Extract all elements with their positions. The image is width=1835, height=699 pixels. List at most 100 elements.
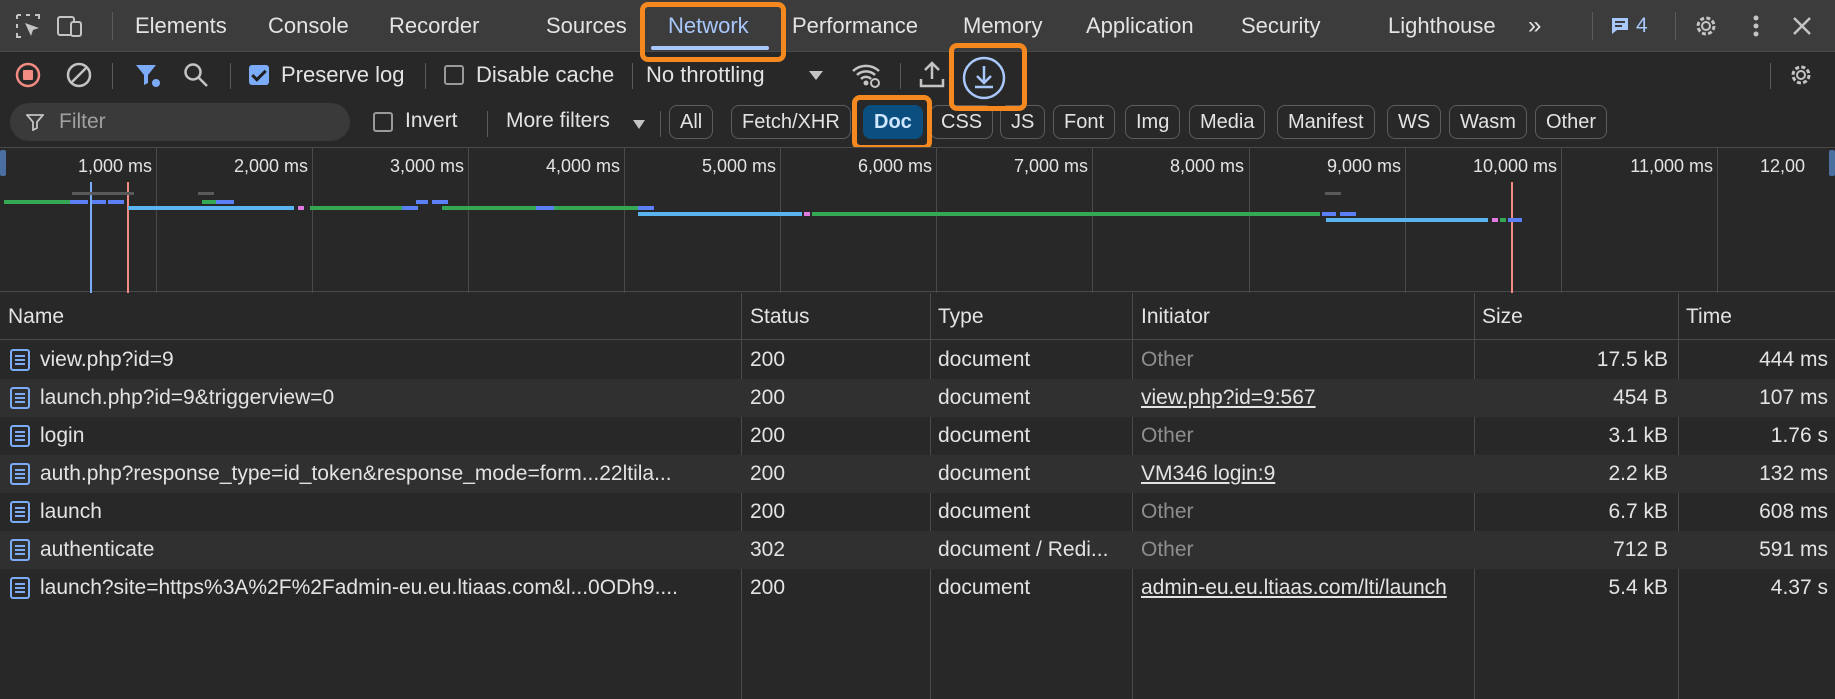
column-header-type[interactable]: Type xyxy=(938,293,984,340)
cell-name[interactable]: launch?site=https%3A%2F%2Fadmin-eu.eu.lt… xyxy=(40,569,732,607)
tick-label: 2,000 ms xyxy=(233,156,308,176)
cell-name[interactable]: auth.php?response_type=id_token&response… xyxy=(40,455,732,493)
cell-name[interactable]: launch xyxy=(40,493,732,531)
close-icon[interactable] xyxy=(1788,12,1816,40)
disable-cache-checkbox[interactable] xyxy=(444,65,464,85)
filter-type-css[interactable]: CSS xyxy=(930,105,994,139)
document-file-icon xyxy=(10,501,30,523)
divider xyxy=(230,63,231,89)
cell-status: 302 xyxy=(750,538,786,561)
filter-type-font[interactable]: Font xyxy=(1053,105,1116,139)
record-stop-icon[interactable] xyxy=(14,61,42,89)
network-conditions-wifi-icon[interactable] xyxy=(850,59,882,91)
clear-icon[interactable] xyxy=(65,61,93,89)
cell-size: 17.5 kB xyxy=(1596,348,1668,371)
filter-type-fetch-xhr[interactable]: Fetch/XHR xyxy=(731,105,851,139)
column-header-initiator[interactable]: Initiator xyxy=(1141,293,1210,340)
request-bar xyxy=(108,200,124,204)
filter-type-ws[interactable]: WS xyxy=(1387,105,1442,139)
invert-checkbox[interactable] xyxy=(373,112,393,132)
request-bar xyxy=(216,200,234,204)
tab-recorder[interactable]: Recorder xyxy=(389,0,479,52)
table-row[interactable]: launch 200 document Other 6.7 kB 608 ms xyxy=(0,493,1835,531)
issues-badge[interactable]: 4 xyxy=(1610,12,1648,40)
gridline xyxy=(1561,148,1562,293)
cell-time: 107 ms xyxy=(1759,386,1828,409)
column-header-name[interactable]: Name xyxy=(8,293,64,340)
cell-status: 200 xyxy=(750,386,786,409)
inspect-element-icon[interactable] xyxy=(14,12,42,40)
filter-type-js[interactable]: JS xyxy=(1000,105,1046,139)
filter-input[interactable]: Filter xyxy=(10,103,350,141)
document-file-icon xyxy=(10,349,30,371)
more-tabs-chevron-icon[interactable]: » xyxy=(1528,0,1541,52)
tab-console[interactable]: Console xyxy=(268,0,349,52)
table-row[interactable]: launch?site=https%3A%2F%2Fadmin-eu.eu.lt… xyxy=(0,569,1835,607)
filter-type-all[interactable]: All xyxy=(669,105,714,139)
filter-type-img[interactable]: Img xyxy=(1125,105,1181,139)
cell-name[interactable]: authenticate xyxy=(40,531,732,569)
cell-initiator[interactable]: view.php?id=9:567 xyxy=(1141,379,1469,417)
column-header-time[interactable]: Time xyxy=(1686,293,1732,340)
request-bar xyxy=(638,206,654,210)
devtools-tab-bar: Elements Console Recorder Sources Networ… xyxy=(0,0,1835,52)
cell-initiator: Other xyxy=(1141,500,1194,523)
network-settings-gear-icon[interactable] xyxy=(1787,61,1815,89)
tab-application[interactable]: Application xyxy=(1086,0,1194,52)
filter-type-other[interactable]: Other xyxy=(1535,105,1608,139)
tab-elements[interactable]: Elements xyxy=(135,0,227,52)
filter-type-manifest[interactable]: Manifest xyxy=(1277,105,1375,139)
tick-label: 10,000 ms xyxy=(1472,156,1557,176)
preserve-log-checkbox[interactable] xyxy=(249,65,269,85)
divider xyxy=(487,111,488,137)
throttling-select[interactable]: No throttling xyxy=(646,62,765,88)
cell-name[interactable]: view.php?id=9 xyxy=(40,341,732,379)
more-options-icon[interactable] xyxy=(1742,12,1770,40)
search-icon[interactable] xyxy=(182,61,210,89)
tick-label: 11,000 ms xyxy=(1630,156,1713,176)
request-bar xyxy=(92,200,106,204)
import-har-upload-icon[interactable] xyxy=(918,59,946,89)
table-row[interactable]: authenticate 302 document / Redi... Other 71… xyxy=(0,531,1835,569)
export-har-download-icon[interactable] xyxy=(961,55,1007,101)
request-bar xyxy=(638,212,802,216)
filter-type-wasm[interactable]: Wasm xyxy=(1449,105,1527,139)
more-filters-dropdown[interactable]: More filters xyxy=(506,109,610,133)
invert-label: Invert xyxy=(405,109,458,132)
network-overview-timeline[interactable]: 1,000 ms 2,000 ms 3,000 ms 4,000 ms 5,00… xyxy=(0,147,1835,293)
table-row[interactable]: auth.php?response_type=id_token&response… xyxy=(0,455,1835,493)
cell-name[interactable]: login xyxy=(40,417,732,455)
table-row[interactable]: login 200 document Other 3.1 kB 1.76 s xyxy=(0,417,1835,455)
cell-time: 132 ms xyxy=(1759,462,1828,485)
filter-type-doc[interactable]: Doc xyxy=(863,105,923,139)
table-header: Name Status Type Initiator Size Time xyxy=(0,293,1835,340)
settings-gear-icon[interactable] xyxy=(1692,12,1720,40)
request-bar xyxy=(198,192,214,195)
cell-initiator[interactable]: admin-eu.eu.ltiaas.com/lti/launch xyxy=(1141,569,1469,607)
tab-performance[interactable]: Performance xyxy=(792,0,918,52)
tab-lighthouse[interactable]: Lighthouse xyxy=(1388,0,1496,52)
tick-label: 12,00 xyxy=(1760,156,1806,176)
gridline xyxy=(468,148,469,293)
column-header-size[interactable]: Size xyxy=(1482,293,1523,340)
cell-initiator[interactable]: VM346 login:9 xyxy=(1141,455,1469,493)
table-row[interactable]: launch.php?id=9&triggerview=0 200 document… xyxy=(0,379,1835,417)
overview-left-handle[interactable] xyxy=(0,150,6,176)
disable-cache-label: Disable cache xyxy=(476,62,615,87)
overview-right-handle[interactable] xyxy=(1829,150,1835,176)
device-toolbar-icon[interactable] xyxy=(56,12,84,40)
tick-label: 8,000 ms xyxy=(1169,156,1244,176)
cell-name[interactable]: launch.php?id=9&triggerview=0 xyxy=(40,379,732,417)
tab-memory[interactable]: Memory xyxy=(963,0,1042,52)
tab-network[interactable]: Network xyxy=(668,0,749,52)
filter-type-media[interactable]: Media xyxy=(1189,105,1266,139)
tick-label: 7,000 ms xyxy=(1013,156,1088,176)
network-toolbar: Preserve log Disable cache No throttling… xyxy=(0,53,1835,149)
document-file-icon xyxy=(10,539,30,561)
tab-security[interactable]: Security xyxy=(1241,0,1320,52)
column-header-status[interactable]: Status xyxy=(750,293,810,340)
table-row[interactable]: view.php?id=9 200 document Other 17.5 kB 444 … xyxy=(0,341,1835,379)
cell-status: 200 xyxy=(750,500,786,523)
tab-sources[interactable]: Sources xyxy=(546,0,627,52)
filter-funnel-icon[interactable] xyxy=(133,61,161,89)
